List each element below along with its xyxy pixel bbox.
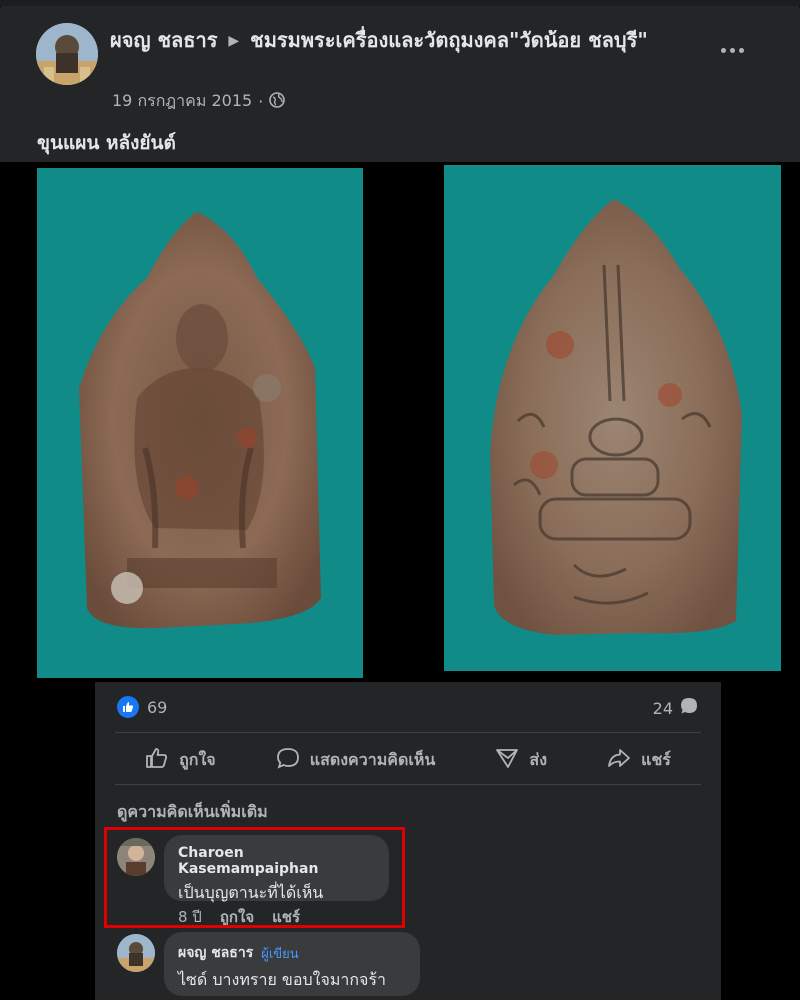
amulet-back-photo[interactable] <box>444 165 781 671</box>
reaction-summary[interactable]: 69 <box>117 696 167 718</box>
share-button[interactable]: แชร์ <box>597 740 681 780</box>
post-header: ผจญ ชลธาร ▶ ชมรมพระเครื่องและวัตถุมงคล"ว… <box>0 0 800 162</box>
share-arrow-icon <box>607 746 631 774</box>
reply-text: ไซด์ บางทราย ขอบใจมากจร้า <box>178 970 386 989</box>
post-caption: ขุนแผน หลังยันต์ <box>37 132 176 154</box>
comment-count[interactable]: 24 <box>653 696 699 720</box>
view-more-comments-link[interactable]: ดูความคิดเห็นเพิ่มเติม <box>117 800 268 825</box>
send-icon <box>495 746 519 774</box>
divider-top <box>115 732 701 733</box>
caret-right-icon: ▶ <box>228 33 240 49</box>
more-dot-icon <box>720 47 726 53</box>
action-buttons: ถูกใจ แสดงความคิดเห็น ส่ง แชร์ <box>115 736 701 784</box>
more-dot-icon <box>738 47 744 53</box>
post-date[interactable]: 19 กรกฎาคม 2015 <box>112 89 252 114</box>
group-name-link[interactable]: ชมรมพระเครื่องและวัตถุมงคล"วัดน้อย ชลบุร… <box>250 28 648 52</box>
amulet-front-photo[interactable] <box>37 168 363 678</box>
author-name-link[interactable]: ผจญ ชลธาร <box>110 28 217 52</box>
like-count: 69 <box>147 697 168 717</box>
author-badge: ผู้เขียน <box>261 946 299 962</box>
comment-button[interactable]: แสดงความคิดเห็น <box>266 740 446 780</box>
meta-separator: · <box>258 92 264 111</box>
like-button[interactable]: ถูกใจ <box>135 740 226 780</box>
post-meta: 19 กรกฎาคม 2015 · <box>112 89 286 114</box>
more-dot-icon <box>729 47 735 53</box>
like-badge-icon <box>117 696 139 718</box>
highlight-annotation-box <box>104 827 405 928</box>
reply-bubble: ผจญ ชลธาร ผู้เขียน ไซด์ บางทราย ขอบใจมาก… <box>164 932 420 996</box>
post-title: ผจญ ชลธาร ▶ ชมรมพระเครื่องและวัตถุมงคล"ว… <box>110 24 700 57</box>
more-options-button[interactable] <box>712 30 752 70</box>
author-avatar[interactable] <box>36 23 98 85</box>
globe-icon[interactable] <box>269 91 286 112</box>
reply-author-name[interactable]: ผจญ ชลธาร <box>178 942 253 964</box>
top-border <box>0 0 800 6</box>
share-label: แชร์ <box>641 749 671 769</box>
send-label: ส่ง <box>529 749 547 769</box>
photo-area <box>0 162 800 682</box>
comment-bubble-icon <box>679 696 699 720</box>
send-button[interactable]: ส่ง <box>485 740 557 780</box>
divider-bottom <box>115 784 701 785</box>
comment-icon <box>276 746 300 774</box>
comment-label: แสดงความคิดเห็น <box>309 749 436 769</box>
reply-author-row: ผจญ ชลธาร ผู้เขียน <box>178 942 406 964</box>
thumbs-up-icon <box>145 746 169 774</box>
comment-count-value: 24 <box>652 698 673 718</box>
like-label: ถูกใจ <box>179 749 216 769</box>
author-reply-avatar[interactable] <box>117 934 155 972</box>
